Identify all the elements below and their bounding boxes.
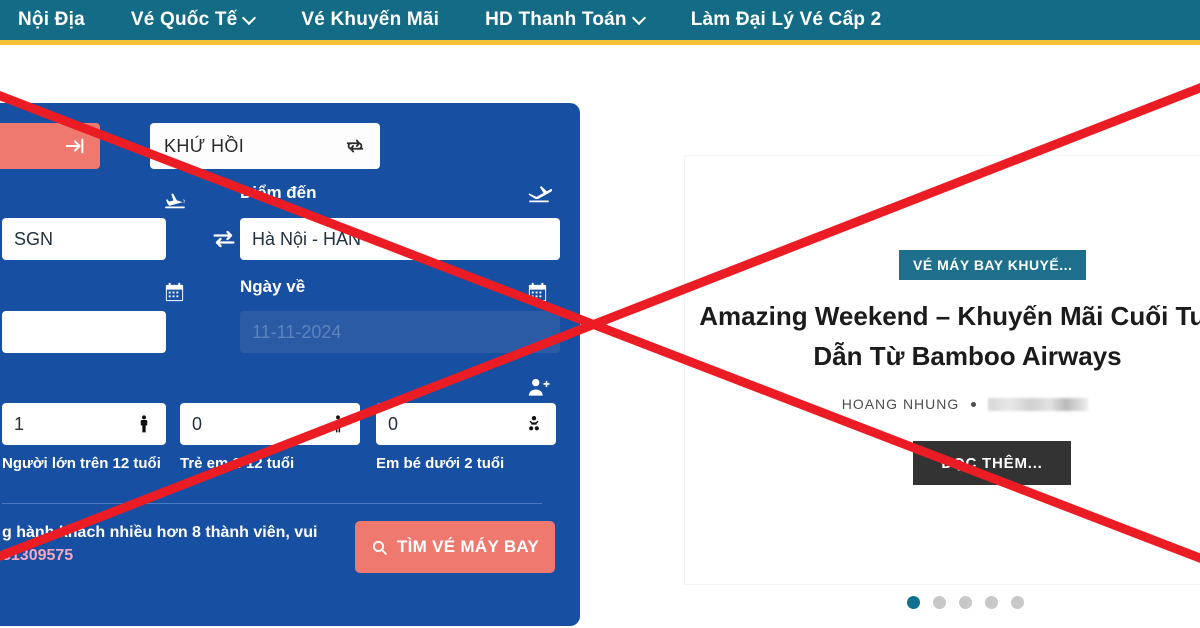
adult-label: Người lớn trên 12 tuổi xyxy=(2,455,161,472)
screenshot-root: Nội Địa Vé Quốc Tế Vé Khuyến Mãi HD Than… xyxy=(0,0,1200,628)
read-more-label: ĐỌC THÊM... xyxy=(941,454,1043,472)
article-category-tag[interactable]: VÉ MÁY BAY KHUYẾ... xyxy=(899,250,1087,280)
one-way-tab-button[interactable] xyxy=(0,123,100,169)
separator-dot-icon xyxy=(971,401,977,407)
plane-arrival-icon xyxy=(64,135,86,157)
nav-item-label: Vé Quốc Tế xyxy=(130,9,238,30)
chevron-down-icon xyxy=(634,13,645,24)
carousel-dot-2[interactable] xyxy=(932,596,946,609)
note-line: g hành khách nhiều hơn 8 thành viên, vui xyxy=(2,524,318,541)
swap-cycle-icon xyxy=(344,135,366,157)
nav-item-hd-thanh-toan[interactable]: HD Thanh Toán xyxy=(485,9,645,31)
return-date-label: Ngày về xyxy=(240,277,306,296)
depart-date-input[interactable] xyxy=(2,311,166,353)
article-title[interactable]: Amazing Weekend – Khuyến Mãi Cuối Tuần D… xyxy=(695,296,1200,377)
nav-item-label: Vé Khuyến Mãi xyxy=(301,9,440,30)
infant-icon xyxy=(524,414,544,434)
adult-count-input[interactable]: 1 xyxy=(2,403,166,445)
infant-label: Em bé dưới 2 tuổi xyxy=(376,455,505,472)
add-passenger-icon[interactable] xyxy=(526,375,552,401)
featured-article-card: VÉ MÁY BAY KHUYẾ... Amazing Weekend – Kh… xyxy=(684,155,1200,609)
panel-divider xyxy=(2,503,542,504)
destination-value: Hà Nội - HAN xyxy=(252,228,362,249)
nav-item-ve-khuyen-mai[interactable]: Vé Khuyến Mãi xyxy=(301,9,439,31)
nav-item-ve-quoc-te[interactable]: Vé Quốc Tế xyxy=(131,9,256,31)
child-count-value: 0 xyxy=(192,413,203,434)
nav-item-lam-dai-ly[interactable]: Làm Đại Lý Vé Cấp 2 xyxy=(691,9,882,31)
plane-landing-icon xyxy=(526,181,552,207)
calendar-icon xyxy=(526,281,549,304)
infant-count-input[interactable]: 0 xyxy=(376,403,556,445)
child-count-input[interactable]: 0 xyxy=(180,403,360,445)
carousel-dot-3[interactable] xyxy=(958,596,972,609)
nav-item-label: Làm Đại Lý Vé Cấp 2 xyxy=(690,9,882,30)
main-navigation: Nội Địa Vé Quốc Tế Vé Khuyến Mãi HD Than… xyxy=(0,0,1200,45)
nav-item-label: Nội Địa xyxy=(18,9,85,30)
chevron-down-icon xyxy=(244,13,255,24)
carousel-dots xyxy=(685,596,1200,609)
child-label: Trẻ em 2-12 tuổi xyxy=(180,455,295,472)
carousel-dot-4[interactable] xyxy=(984,596,998,609)
child-icon xyxy=(328,414,348,434)
infant-count-value: 0 xyxy=(388,413,399,434)
flight-booking-panel: KHỨ HỒI SGN Điểm đến Hà Nội - HAN Ngày v… xyxy=(0,103,580,626)
adult-count-value: 1 xyxy=(14,413,25,434)
nav-item-noi-dia[interactable]: Nội Địa xyxy=(18,9,85,31)
nav-item-label: HD Thanh Toán xyxy=(485,9,627,30)
destination-input[interactable]: Hà Nội - HAN xyxy=(240,218,560,260)
article-title-text: Amazing Weekend – Khuyến Mãi Cuối Tuần D… xyxy=(699,301,1200,372)
origin-value: SGN xyxy=(14,228,54,249)
page-body: KHỨ HỒI SGN Điểm đến Hà Nội - HAN Ngày v… xyxy=(0,50,1200,628)
origin-input[interactable]: SGN xyxy=(2,218,166,260)
trip-type-select[interactable]: KHỨ HỒI xyxy=(150,123,380,169)
adult-icon xyxy=(134,414,154,434)
carousel-dot-5[interactable] xyxy=(1010,596,1024,609)
article-author: HOANG NHUNG xyxy=(841,396,960,412)
return-date-input[interactable]: 11-11-2024 xyxy=(240,311,560,353)
article-date-blurred xyxy=(988,397,1089,411)
article-category-label: VÉ MÁY BAY KHUYẾ... xyxy=(913,257,1073,273)
carousel-dot-1[interactable] xyxy=(906,596,920,609)
calendar-icon xyxy=(163,281,186,304)
search-flights-button[interactable]: TÌM VÉ MÁY BAY xyxy=(355,521,555,573)
plane-departure-icon xyxy=(162,187,188,213)
destination-label: Điểm đến xyxy=(240,183,317,202)
read-more-button[interactable]: ĐỌC THÊM... xyxy=(913,441,1071,485)
trip-type-value: KHỨ HỒI xyxy=(164,135,245,156)
article-byline: HOANG NHUNG xyxy=(685,396,1200,412)
group-booking-note: g hành khách nhiều hơn 8 thành viên, vui… xyxy=(2,521,332,567)
return-date-value: 11-11-2024 xyxy=(252,321,342,342)
search-button-label: TÌM VÉ MÁY BAY xyxy=(396,537,540,556)
trip-type-row: KHỨ HỒI xyxy=(0,123,580,169)
swap-locations-icon[interactable] xyxy=(210,225,238,253)
note-phone-number: 81309575 xyxy=(2,547,74,565)
search-icon xyxy=(371,539,388,556)
